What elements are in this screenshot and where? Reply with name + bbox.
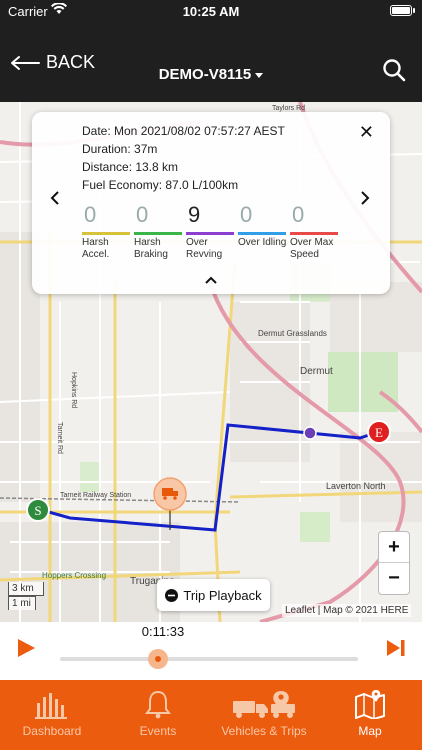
play-icon xyxy=(18,639,35,657)
metric-label: Over Idling xyxy=(238,237,287,248)
bell-icon xyxy=(108,688,208,720)
chevron-up-icon xyxy=(205,276,217,284)
metric-bar xyxy=(186,232,234,235)
truck-pin-icon xyxy=(214,688,314,720)
metric-over-max-speed: 0 Over Max Speed xyxy=(290,202,342,261)
playback-track[interactable] xyxy=(60,657,358,661)
metric-harsh-accel: 0 Harsh Accel. xyxy=(82,202,134,261)
tab-label: Map xyxy=(358,724,382,738)
metric-label: Harsh Accel. xyxy=(82,237,110,260)
metric-label: Over Revving xyxy=(186,237,223,260)
tab-label: Dashboard xyxy=(22,724,82,738)
trip-info-card: Date: Mon 2021/08/02 07:57:27 AEST Durat… xyxy=(32,112,390,294)
place-label-dermut: Dermut xyxy=(300,366,333,377)
trip-playback-label: Trip Playback xyxy=(183,587,262,603)
road-label-hopkins: Hopkins Rd xyxy=(70,372,77,408)
event-marker[interactable] xyxy=(303,426,317,440)
trip-fuel-economy: Fuel Economy: 87.0 L/100km xyxy=(82,178,239,192)
road-label-tarneit: Tarneit Rd xyxy=(56,422,63,454)
metric-value: 0 xyxy=(240,202,253,227)
map-scale: 3 km 1 mi xyxy=(8,582,44,610)
metric-over-revving: 9 Over Revving xyxy=(186,202,238,261)
trip-duration: Duration: 37m xyxy=(82,142,158,156)
chevron-left-icon xyxy=(50,191,59,205)
skip-to-end-button[interactable] xyxy=(386,638,406,663)
dashboard-icon xyxy=(2,688,102,720)
battery-icon xyxy=(390,5,412,16)
status-bar: Carrier 10:25 AM xyxy=(0,0,422,22)
end-marker-label: E xyxy=(375,425,383,440)
close-card-button[interactable]: ✕ xyxy=(359,122,374,143)
place-label-hoppers: Hoppers Crossing xyxy=(42,571,106,580)
trip-playback-button[interactable]: Trip Playback xyxy=(157,579,270,611)
metric-bar xyxy=(238,232,286,235)
tab-label: Vehicles & Trips xyxy=(221,724,307,738)
next-trip-button[interactable] xyxy=(360,190,370,211)
tab-events[interactable]: Events xyxy=(108,688,208,738)
zoom-out-button[interactable]: − xyxy=(379,563,409,593)
search-icon xyxy=(383,59,406,82)
tab-dashboard[interactable]: Dashboard xyxy=(2,688,102,738)
scale-mi: 1 mi xyxy=(8,596,36,610)
close-icon: ✕ xyxy=(358,122,374,142)
zoom-in-button[interactable]: + xyxy=(379,532,409,562)
road-label-taylors: Taylors Rd xyxy=(272,105,305,112)
metric-value: 0 xyxy=(136,202,149,227)
playback-thumb[interactable] xyxy=(148,649,169,669)
metric-over-idling: 0 Over Idling xyxy=(238,202,290,249)
vehicle-name: DEMO-V8115 xyxy=(158,66,252,83)
metric-value: 9 xyxy=(188,202,201,227)
tab-label: Events xyxy=(139,724,177,738)
playback-controls: 0:11:33 xyxy=(0,622,422,680)
metric-bar xyxy=(134,232,182,235)
chevron-right-icon xyxy=(361,191,370,205)
previous-trip-button[interactable] xyxy=(50,190,60,211)
tab-vehicles-trips[interactable]: Vehicles & Trips xyxy=(214,688,314,738)
place-label-tarneit-station: Tarneit Railway Station xyxy=(60,492,131,499)
place-label-dermut-grasslands: Dermut Grasslands xyxy=(258,329,327,338)
map-attribution[interactable]: Leaflet | Map © 2021 HERE xyxy=(282,604,412,617)
metric-harsh-braking: 0 Harsh Braking xyxy=(134,202,186,261)
tab-bar: Dashboard Events Vehicles & Trips Map xyxy=(0,680,422,750)
battery-nub xyxy=(413,8,415,13)
tab-map[interactable]: Map xyxy=(320,688,420,738)
trip-distance: Distance: 13.8 km xyxy=(82,160,179,174)
skip-end-icon xyxy=(387,640,405,656)
metric-value: 0 xyxy=(292,202,305,227)
scale-km: 3 km xyxy=(8,582,44,596)
place-label-laverton-north: Laverton North xyxy=(326,481,386,491)
app-header: BACK DEMO-V8115 xyxy=(0,22,422,102)
start-marker-label: S xyxy=(34,503,41,518)
collapse-card-button[interactable] xyxy=(204,272,218,290)
caret-down-icon xyxy=(255,72,264,78)
minus-circle-icon xyxy=(165,588,179,602)
vehicle-selector[interactable]: DEMO-V8115 xyxy=(0,66,422,83)
play-button[interactable] xyxy=(16,638,36,663)
zoom-control: + − xyxy=(378,531,410,595)
map-icon xyxy=(320,688,420,720)
trip-date: Date: Mon 2021/08/02 07:57:27 AEST xyxy=(82,124,285,138)
search-button[interactable] xyxy=(382,58,406,87)
metric-value: 0 xyxy=(84,202,97,227)
metric-label: Harsh Braking xyxy=(134,237,168,260)
metric-bar xyxy=(290,232,338,235)
elapsed-time: 0:11:33 xyxy=(141,624,185,639)
metric-bar xyxy=(82,232,130,235)
metric-label: Over Max Speed xyxy=(290,237,334,260)
clock: 10:25 AM xyxy=(182,4,240,19)
